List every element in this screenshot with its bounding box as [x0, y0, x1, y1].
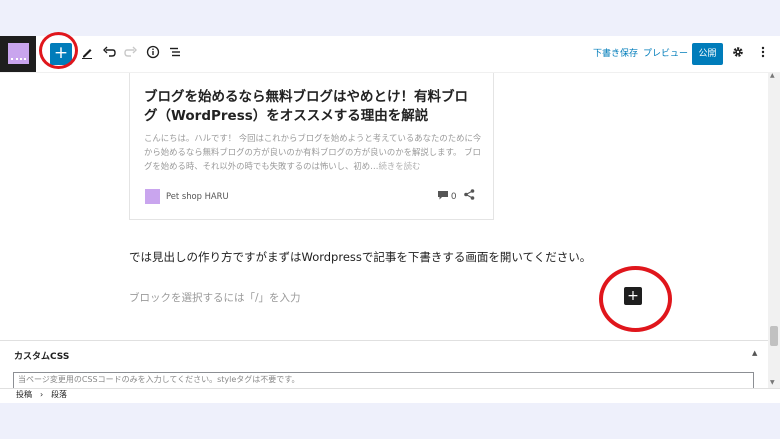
list-view-icon: [170, 47, 180, 57]
empty-block-placeholder[interactable]: ブロックを選択するには「/」を入力: [129, 290, 301, 305]
share-button[interactable]: [464, 189, 475, 203]
panel-title: カスタムCSS: [14, 352, 70, 362]
share-icon: [464, 189, 475, 200]
save-draft-link[interactable]: 下書き保存: [593, 46, 638, 59]
undo-button[interactable]: [99, 44, 119, 64]
outline-button[interactable]: [165, 44, 185, 64]
author-avatar: [145, 189, 160, 204]
more-options-button[interactable]: [753, 44, 773, 64]
pencil-icon: [82, 49, 92, 59]
top-band: [0, 0, 780, 36]
edit-tools-icon[interactable]: [77, 44, 97, 64]
info-icon: [146, 45, 160, 59]
kebab-menu-icon: [761, 46, 765, 58]
read-more-link[interactable]: 続きを読む: [379, 161, 421, 171]
settings-button[interactable]: [728, 44, 748, 64]
site-icon-button[interactable]: [0, 36, 36, 72]
comment-count: 0: [438, 191, 457, 202]
preview-link[interactable]: プレビュー: [643, 46, 688, 59]
editor-scrollbar[interactable]: ▲ ▼: [768, 72, 780, 388]
panel-collapse-icon[interactable]: ▲: [752, 349, 757, 357]
card-author: Pet shop HARU: [166, 191, 229, 201]
comment-icon: [438, 191, 448, 200]
card-title[interactable]: ブログを始めるなら無料ブログはやめとけ！有料ブログ（WordPress）をオスス…: [144, 88, 474, 126]
breadcrumb-item-post[interactable]: 投稿: [16, 389, 32, 401]
comment-count-value: 0: [450, 192, 457, 202]
highlight-ring-add-block: [599, 266, 672, 332]
scroll-down-arrow-icon[interactable]: ▼: [770, 379, 775, 386]
breadcrumb-separator: ›: [40, 390, 44, 399]
redo-icon: [124, 46, 137, 57]
custom-css-panel: カスタムCSS ▲ 当ページ変更用のCSSコードのみを入力してください。styl…: [0, 340, 768, 389]
scroll-up-arrow-icon[interactable]: ▲: [770, 72, 775, 79]
card-excerpt: こんにちは。ハルです！ 今回はこれからブログを始めようと考えているあなたのために…: [144, 131, 484, 173]
breadcrumb: 投稿 › 段落: [0, 388, 780, 403]
blog-card-block[interactable]: ブログを始めるなら無料ブログはやめとけ！有料ブログ（WordPress）をオスス…: [129, 73, 494, 220]
custom-css-textarea[interactable]: 当ページ変更用のCSSコードのみを入力してください。styleタグは不要です。: [13, 372, 754, 388]
undo-icon: [103, 46, 116, 57]
scroll-thumb[interactable]: [770, 326, 778, 346]
highlight-ring-inserter: [39, 32, 78, 69]
site-icon: [8, 43, 29, 64]
gear-icon: [733, 47, 743, 57]
redo-button[interactable]: [121, 44, 141, 64]
details-button[interactable]: [143, 44, 163, 64]
breadcrumb-item-paragraph[interactable]: 段落: [51, 389, 67, 401]
publish-button[interactable]: 公開: [692, 43, 723, 65]
card-excerpt-text: こんにちは。ハルです！ 今回はこれからブログを始めようと考えているあなたのために…: [144, 133, 482, 171]
paragraph-block[interactable]: では見出しの作り方ですがまずはWordpressで記事を下書きする画面を開いてく…: [129, 249, 591, 265]
